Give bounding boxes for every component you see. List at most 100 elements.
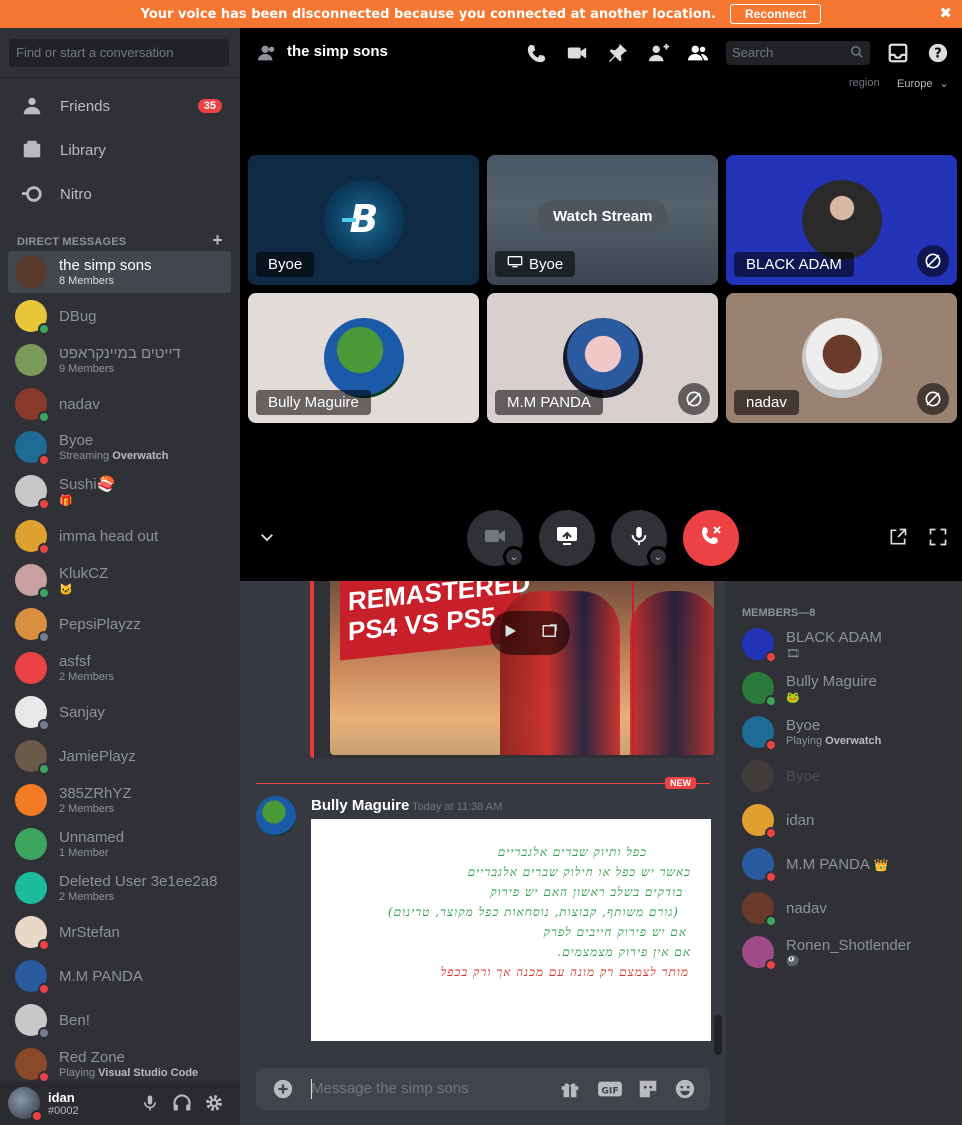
search-input[interactable]: Search <box>726 41 870 65</box>
voice-call-panel: the simp sons Search ? region Europe ⌄ B… <box>240 28 962 581</box>
member-name-row: Ronen_Shotlender <box>786 937 911 954</box>
fullscreen-icon[interactable] <box>928 527 950 549</box>
participant-tile-mm-panda[interactable]: M.M PANDA <box>487 293 718 423</box>
region-select[interactable]: Europe ⌄ <box>897 77 949 90</box>
microphone-toggle-button[interactable]: ⌄ <box>611 510 669 568</box>
inbox-icon[interactable] <box>887 42 909 64</box>
nav-friends[interactable]: Friends 35 <box>8 85 232 127</box>
message-image-attachment[interactable]: כפל ותיוק שברים אלגבריים כאשר יש כפל או … <box>311 819 711 1041</box>
dm-item[interactable]: asfsf 2 Members <box>8 647 231 689</box>
member-name-row: BLACK ADAM <box>786 629 882 646</box>
gif-picker-icon[interactable]: GIF <box>597 1078 622 1100</box>
dm-item[interactable]: JamiePlayz <box>8 735 231 777</box>
user-panel: idan #0002 <box>0 1081 240 1125</box>
member-item[interactable]: nadav <box>742 888 952 928</box>
dm-name: PepsiPlayzz <box>59 615 141 633</box>
nav-nitro[interactable]: Nitro <box>8 173 232 215</box>
dm-item[interactable]: KlukCZ 🐱 <box>8 559 231 601</box>
start-video-call-icon[interactable] <box>566 42 588 64</box>
member-activity: 🎞 <box>786 647 800 660</box>
activity-prefix: Streaming <box>59 450 113 462</box>
embed-thumbnail[interactable]: REMASTERED PS4 VS PS5 <box>330 581 714 755</box>
dm-item[interactable]: Red Zone Playing Visual Studio Code <box>8 1043 231 1085</box>
member-item[interactable]: BLACK ADAM 🎞 <box>742 624 952 664</box>
participant-tile-nadav[interactable]: nadav <box>726 293 957 423</box>
avatar <box>15 696 50 731</box>
activity-prefix: Playing <box>786 735 826 747</box>
gift-icon[interactable] <box>559 1078 581 1100</box>
dm-item[interactable]: Ben! <box>8 999 231 1041</box>
user-settings-gear-icon[interactable] <box>204 1093 224 1113</box>
member-item[interactable]: M.M PANDA 👑 <box>742 844 952 884</box>
member-list-toggle-icon[interactable] <box>687 42 709 64</box>
member-item[interactable]: Ronen_Shotlender 🎱 <box>742 932 952 972</box>
nav-label: Library <box>60 141 106 159</box>
dm-item[interactable]: imma head out <box>8 515 231 557</box>
collapse-chevron-icon[interactable] <box>258 528 280 550</box>
dm-item[interactable]: Deleted User 3e1ee2a8 2 Members <box>8 867 231 909</box>
mic-options-chevron-icon[interactable]: ⌄ <box>647 546 669 568</box>
play-icon[interactable] <box>501 622 519 644</box>
status-dot <box>765 739 777 751</box>
dm-item[interactable]: PepsiPlayzz <box>8 603 231 645</box>
watch-stream-button[interactable]: Watch Stream <box>537 200 669 233</box>
sticker-icon[interactable] <box>637 1078 659 1100</box>
dm-item[interactable]: M.M PANDA <box>8 955 231 997</box>
camera-toggle-button[interactable]: ⌄ <box>467 510 525 568</box>
friends-badge: 35 <box>197 99 222 113</box>
mute-mic-icon[interactable] <box>140 1093 160 1113</box>
dm-item[interactable]: the simp sons 8 Members <box>8 251 231 293</box>
reconnect-button[interactable]: Reconnect <box>729 4 822 24</box>
member-item[interactable]: Byoe Playing Overwatch <box>742 712 952 752</box>
chat-scrollbar[interactable] <box>714 1015 722 1055</box>
disconnect-call-button[interactable] <box>683 510 739 566</box>
stream-tile-byoe[interactable]: Watch Stream Byoe <box>487 155 718 285</box>
emoji-picker-icon[interactable] <box>674 1078 696 1100</box>
close-icon[interactable]: ✖ <box>939 4 952 22</box>
dm-item[interactable]: 385ZRhYZ 2 Members <box>8 779 231 821</box>
embed-controls[interactable] <box>490 611 570 655</box>
participant-tile-bully-maguire[interactable]: Bully Maguire <box>248 293 479 423</box>
status-dot <box>38 763 50 775</box>
dm-item[interactable]: Sushi🍣 🎁 <box>8 470 231 512</box>
dm-item[interactable]: דייטים במיינקראפט 9 Members <box>8 339 231 381</box>
dm-subtitle: 1 Member <box>59 847 109 859</box>
status-dot <box>38 411 50 423</box>
dm-item[interactable]: Sanjay <box>8 691 231 733</box>
dm-item[interactable]: DBug <box>8 295 231 337</box>
dm-item[interactable]: Byoe Streaming Overwatch <box>8 426 231 468</box>
find-conversation-input[interactable]: Find or start a conversation <box>9 39 229 67</box>
participant-tile-byoe[interactable]: B Byoe <box>248 155 479 285</box>
participant-name: M.M PANDA <box>495 390 603 415</box>
member-name: Byoe <box>786 717 821 734</box>
open-external-icon[interactable] <box>541 622 559 644</box>
avatar[interactable] <box>256 796 296 836</box>
share-screen-button[interactable] <box>539 510 595 566</box>
pinned-messages-icon[interactable] <box>607 42 629 64</box>
avatar <box>802 318 882 398</box>
dm-item[interactable]: Unnamed 1 Member <box>8 823 231 865</box>
add-friends-to-dm-icon[interactable] <box>647 42 670 64</box>
help-icon[interactable]: ? <box>927 42 949 64</box>
upload-plus-icon[interactable] <box>272 1078 294 1100</box>
member-item[interactable]: Bully Maguire 🐸 <box>742 668 952 708</box>
avatar[interactable] <box>8 1087 43 1122</box>
participant-tile-black-adam[interactable]: BLACK ADAM <box>726 155 957 285</box>
start-voice-call-icon[interactable] <box>526 42 548 64</box>
dm-item[interactable]: nadav <box>8 383 231 425</box>
message-composer[interactable]: Message the simp sons GIF <box>256 1068 710 1110</box>
message-input[interactable]: Message the simp sons <box>311 1080 469 1097</box>
member-item[interactable]: Byoe <box>742 756 952 796</box>
member-item[interactable]: idan <box>742 800 952 840</box>
add-dm-icon[interactable]: + <box>212 230 223 251</box>
dm-subtitle: 🎁 <box>59 495 73 507</box>
dm-name: Red Zone <box>59 1049 125 1066</box>
camera-options-chevron-icon[interactable]: ⌄ <box>503 546 525 568</box>
dm-item[interactable]: MrStefan <box>8 911 231 953</box>
deafen-headphones-icon[interactable] <box>172 1093 192 1113</box>
avatar <box>563 318 643 398</box>
pop-out-icon[interactable] <box>888 527 910 549</box>
member-activity: 🎱 <box>786 955 800 968</box>
nav-library[interactable]: Library <box>8 129 232 171</box>
message-author[interactable]: Bully Maguire <box>311 797 409 814</box>
